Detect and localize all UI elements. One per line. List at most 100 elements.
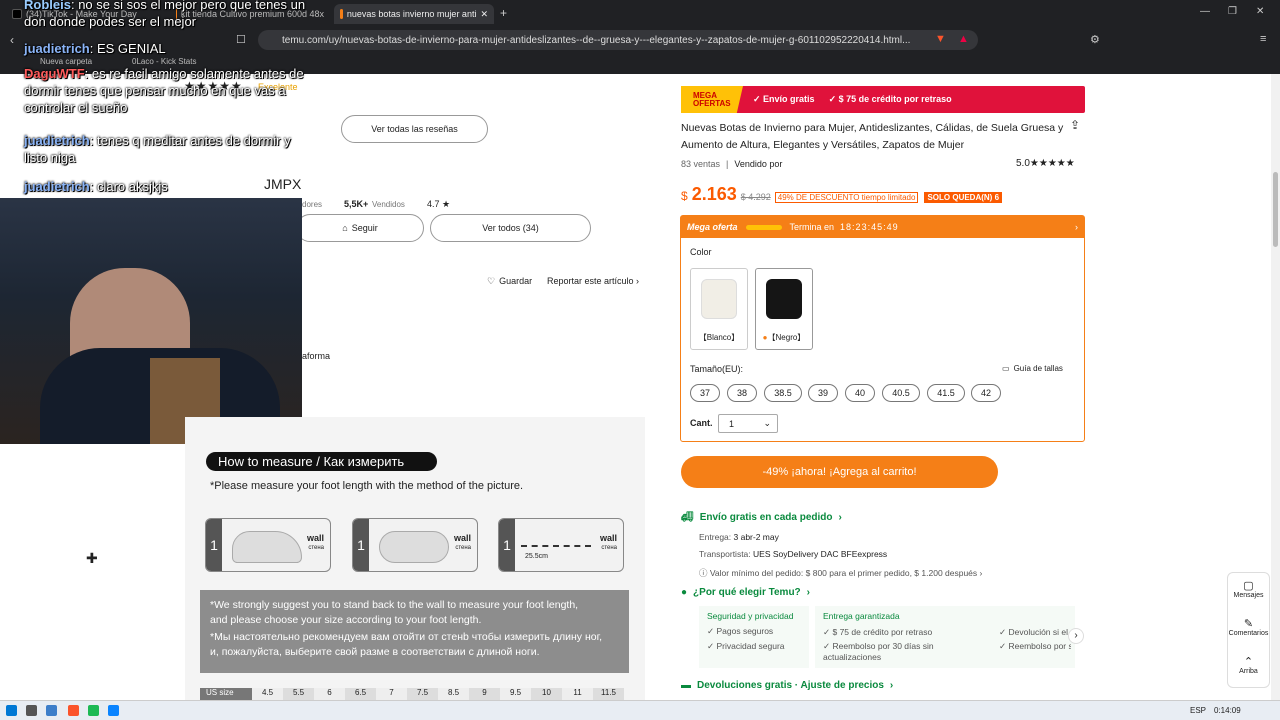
messages-button[interactable]: ▢ Mensajes bbox=[1228, 579, 1269, 599]
clock[interactable]: 0:14:09 bbox=[1214, 706, 1241, 715]
note-ru-line: *Мы настоятельно рекомендуем вам отойти … bbox=[210, 631, 603, 643]
black-boot-image bbox=[766, 279, 802, 319]
chat-user: juadietrich bbox=[24, 41, 90, 56]
chevron-right-icon[interactable]: › bbox=[1075, 222, 1078, 232]
extensions-icon[interactable]: ⚙ bbox=[1090, 33, 1100, 46]
bookmark-icon[interactable]: ☐ bbox=[236, 33, 246, 46]
currency: $ bbox=[681, 189, 688, 203]
report-link[interactable]: Reportar este artículo › bbox=[547, 276, 639, 286]
chevron-down-icon: ⌄ bbox=[763, 418, 771, 428]
maximize-icon[interactable]: ❐ bbox=[1228, 6, 1237, 17]
wall-label-ru: стена bbox=[308, 545, 324, 551]
step-number: 1 bbox=[353, 519, 369, 571]
back-to-top-button[interactable]: ⌃ Arriba bbox=[1228, 655, 1269, 675]
save-link[interactable]: ♡ Guardar bbox=[487, 276, 532, 287]
old-price: $ 4.292 bbox=[740, 192, 771, 202]
minimize-icon[interactable]: — bbox=[1200, 6, 1210, 17]
chevron-right-icon: › bbox=[889, 680, 894, 691]
step-number: 1 bbox=[206, 519, 222, 571]
app-icon[interactable] bbox=[46, 705, 57, 716]
url-bar[interactable]: temu.com/uy/nuevas-botas-de-invierno-par… bbox=[258, 30, 978, 50]
view-reviews-button[interactable]: Ver todas las reseñas bbox=[341, 115, 488, 143]
size-option[interactable]: 42 bbox=[971, 384, 1001, 402]
edge-icon[interactable] bbox=[108, 705, 119, 716]
quantity-value: 1 bbox=[729, 418, 735, 429]
follow-button[interactable]: ⌂ Seguir bbox=[296, 214, 424, 242]
delivery-label: Entrega: bbox=[699, 532, 732, 542]
us-size-header: US size bbox=[200, 688, 252, 700]
info-icon: ⓘ bbox=[699, 568, 710, 578]
measure-subtitle: *Please measure your foot length with th… bbox=[210, 480, 524, 492]
carousel-next-icon[interactable]: › bbox=[1068, 628, 1084, 644]
view-all-button[interactable]: Ver todos (34) bbox=[430, 214, 591, 242]
close-tab-icon[interactable]: ✕ bbox=[480, 9, 488, 20]
color-option-black[interactable]: ●【Negro】 bbox=[755, 268, 813, 350]
note-en-line: and please choose your size according to… bbox=[210, 614, 482, 626]
truck-icon: 🚚︎ bbox=[681, 512, 694, 523]
size-option[interactable]: 39 bbox=[808, 384, 838, 402]
share-icon[interactable]: ⇪ bbox=[1070, 118, 1080, 132]
size-option[interactable]: 38.5 bbox=[764, 384, 802, 402]
quantity-select[interactable]: 1 ⌄ bbox=[718, 414, 778, 433]
sold-by[interactable]: Vendido por bbox=[734, 159, 782, 169]
free-shipping-link[interactable]: 🚚︎ Envío gratis en cada pedido › bbox=[681, 512, 842, 523]
countdown-timer: 18:23:45:49 bbox=[840, 222, 899, 232]
color-option-label-wrap: ●【Negro】 bbox=[756, 332, 812, 343]
discount-badge: 49% DE DESCUENTO tiempo limitado bbox=[774, 192, 919, 203]
size-guide-label: Guía de tallas bbox=[1013, 364, 1063, 373]
partial-detail-text: aforma bbox=[302, 351, 331, 361]
color-option-white[interactable]: 【Blanco】 bbox=[690, 268, 748, 350]
quantity-label: Cant. bbox=[690, 418, 713, 428]
us-size-cell: 7 bbox=[376, 688, 407, 700]
returns-link[interactable]: ▬ Devoluciones gratis · Ajuste de precios… bbox=[681, 680, 893, 691]
tab-botas[interactable]: nuevas botas invierno mujer anti ✕ bbox=[334, 4, 494, 24]
new-tab-icon[interactable]: + bbox=[500, 6, 507, 20]
add-to-cart-button[interactable]: -49% ¡ahora! ¡Agrega al carrito! bbox=[681, 456, 998, 488]
offer-header[interactable]: Mega oferta Termina en 18:23:45:49 › bbox=[681, 216, 1084, 238]
why-temu-link[interactable]: ● ¿Por qué elegir Temu? › bbox=[681, 587, 810, 598]
rewards-icon[interactable]: ▲ bbox=[958, 33, 969, 45]
brave-icon[interactable] bbox=[68, 705, 79, 716]
us-size-cell: 6 bbox=[314, 688, 345, 700]
offer-progress-bar bbox=[745, 224, 782, 230]
windows-start-icon[interactable] bbox=[6, 705, 17, 716]
color-option-label: 【Blanco】 bbox=[698, 333, 740, 342]
spotify-icon[interactable] bbox=[88, 705, 99, 716]
scrollbar-thumb[interactable] bbox=[1273, 172, 1278, 247]
size-option[interactable]: 41.5 bbox=[927, 384, 965, 402]
us-size-cell: 7.5 bbox=[407, 688, 438, 700]
us-size-cell: 10 bbox=[531, 688, 562, 700]
size-option[interactable]: 40.5 bbox=[882, 384, 920, 402]
menu-icon[interactable]: ≡ bbox=[1260, 33, 1266, 45]
size-option[interactable]: 40 bbox=[845, 384, 875, 402]
size-guide-link[interactable]: ▭ Guía de tallas bbox=[1002, 364, 1063, 373]
chevron-right-icon: › bbox=[806, 587, 810, 598]
offer-label: Mega oferta bbox=[687, 222, 738, 232]
close-window-icon[interactable]: ✕ bbox=[1256, 6, 1264, 17]
scrollbar[interactable] bbox=[1271, 74, 1280, 700]
color-label: Color bbox=[690, 247, 712, 257]
note-en-line: *We strongly suggest you to stand back t… bbox=[210, 599, 579, 611]
guarantee-item: ✓ Reembolso por s bbox=[999, 641, 1071, 651]
size-option[interactable]: 38 bbox=[727, 384, 757, 402]
product-rating[interactable]: 5.0★★★★★ bbox=[1016, 158, 1075, 169]
edit-icon: ✎ bbox=[1243, 618, 1254, 630]
chat-message: juadietrich: ES GENIAL bbox=[24, 40, 166, 57]
crosshair-cursor-icon: ✚ bbox=[86, 550, 98, 566]
foot-top-icon bbox=[379, 531, 449, 563]
min-order-link[interactable]: ⓘ Valor mínimo del pedido: $ 800 para el… bbox=[699, 567, 982, 579]
comments-button[interactable]: ✎ Comentarios bbox=[1228, 617, 1269, 637]
product-title: Nuevas Botas de Invierno para Mujer, Ant… bbox=[681, 122, 1064, 151]
us-size-row: US size 4.5 5.5 6 6.5 7 7.5 8.5 9 9.5 10… bbox=[200, 688, 629, 700]
security-card: Seguridad y privacidad ✓ Pagos seguros ✓… bbox=[699, 606, 809, 668]
store-sold-label: Vendidos bbox=[372, 200, 405, 209]
foot-side-icon bbox=[232, 531, 302, 563]
back-icon[interactable]: ‹ bbox=[10, 33, 14, 47]
size-option[interactable]: 37 bbox=[690, 384, 720, 402]
sales-info: 83 ventas | Vendido por bbox=[681, 159, 782, 169]
language-indicator[interactable]: ESP bbox=[1190, 706, 1206, 715]
brave-shield-icon[interactable]: ▼ bbox=[935, 33, 946, 45]
follow-label: Seguir bbox=[351, 223, 378, 233]
security-item: ✓ Privacidad segura bbox=[707, 641, 785, 651]
search-icon[interactable] bbox=[26, 705, 37, 716]
